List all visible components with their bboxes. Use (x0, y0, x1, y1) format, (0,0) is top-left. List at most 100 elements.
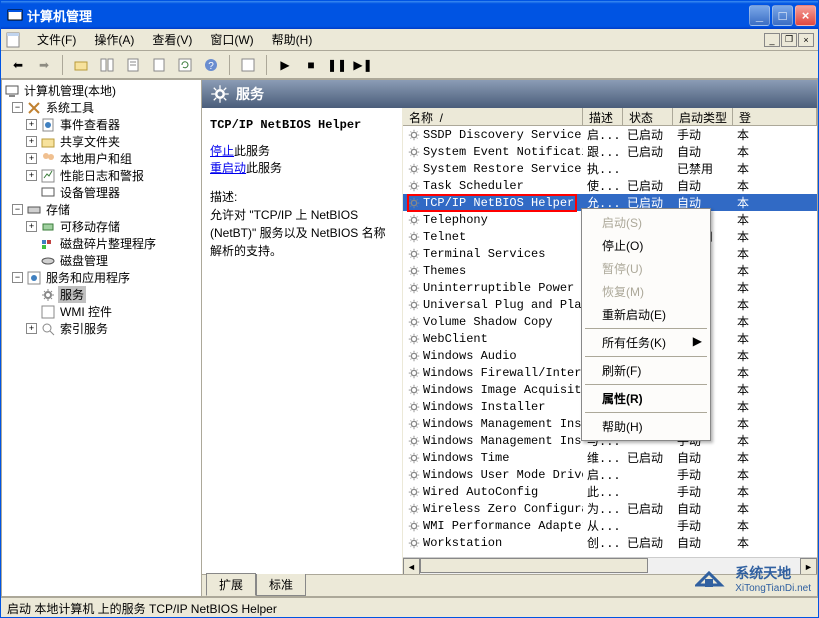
tab-extended[interactable]: 扩展 (206, 573, 256, 596)
service-row[interactable]: System Restore Service执...已禁用本 (403, 160, 817, 177)
menu-file[interactable]: 文件(F) (29, 29, 84, 50)
close-button[interactable]: × (795, 5, 816, 26)
tree-disk-mgmt[interactable]: 磁盘管理 (58, 252, 110, 269)
defrag-icon (40, 236, 56, 252)
maximize-button[interactable]: □ (772, 5, 793, 26)
menu-help[interactable]: 帮助(H) (264, 29, 321, 50)
ctx-all-tasks[interactable]: 所有任务(K)▶ (584, 331, 708, 354)
help-button[interactable]: ? (200, 54, 222, 76)
tree-removable[interactable]: 可移动存储 (58, 218, 122, 235)
service-row[interactable]: Workstation创...已启动自动本 (403, 534, 817, 551)
tree-toggle[interactable]: + (26, 119, 37, 130)
removable-icon (40, 219, 56, 235)
scroll-thumb[interactable] (420, 558, 648, 573)
window-title: 计算机管理 (27, 6, 749, 25)
show-hide-button[interactable] (96, 54, 118, 76)
desc-text: 允许对 "TCP/IP 上 NetBIOS (NetBT)" 服务以及 NetB… (210, 208, 386, 258)
statusbar: 启动 本地计算机 上的服务 TCP/IP NetBIOS Helper (1, 597, 818, 617)
detail-area: TCP/IP NetBIOS Helper 停止此服务 重启动此服务 描述:允许… (202, 108, 817, 574)
ctx-properties[interactable]: 属性(R) (584, 387, 708, 410)
service-row[interactable]: Windows Time维...已启动自动本 (403, 449, 817, 466)
tree-services-apps[interactable]: 服务和应用程序 (44, 269, 132, 286)
content-area: 计算机管理(本地) − 系统工具 + 事件查看器 + 共享文件夹 + 本地用户和组 + 性… (1, 79, 818, 597)
service-row[interactable]: System Event Notification跟...已启动自动本 (403, 143, 817, 160)
mdi-minimize-button[interactable]: _ (764, 33, 780, 47)
service-row[interactable]: Windows User Mode Driver...启...手动本 (403, 466, 817, 483)
back-button[interactable]: ⬅ (7, 54, 29, 76)
tab-standard[interactable]: 标准 (256, 574, 306, 596)
horizontal-scrollbar[interactable]: ◄ ► (403, 557, 817, 574)
service-row[interactable]: WMI Performance Adapter从...手动本 (403, 517, 817, 534)
menu-action[interactable]: 操作(A) (86, 29, 142, 50)
pause-button[interactable]: ❚❚ (326, 54, 348, 76)
col-startup[interactable]: 启动类型 (673, 108, 733, 125)
context-menu: 启动(S) 停止(O) 暂停(U) 恢复(M) 重新启动(E) 所有任务(K)▶… (581, 208, 711, 441)
titlebar[interactable]: 计算机管理 _ □ × (1, 1, 818, 29)
menu-view[interactable]: 查看(V) (144, 29, 200, 50)
col-logon[interactable]: 登 (733, 108, 817, 125)
service-row[interactable]: Wired AutoConfig此...手动本 (403, 483, 817, 500)
tree-storage[interactable]: 存储 (44, 201, 72, 218)
scroll-left-button[interactable]: ◄ (403, 558, 420, 574)
stop-button[interactable]: ■ (300, 54, 322, 76)
ctx-start: 启动(S) (584, 211, 708, 234)
users-icon (40, 151, 56, 167)
tree-toggle[interactable]: − (12, 272, 23, 283)
list-header: 名称 / 描述 状态 启动类型 登 (403, 108, 817, 126)
ctx-refresh[interactable]: 刷新(F) (584, 359, 708, 382)
gear-icon (40, 287, 56, 303)
restart-link[interactable]: 重启动 (210, 161, 246, 175)
svg-text:?: ? (208, 61, 214, 72)
tree-toggle[interactable]: − (12, 204, 23, 215)
stop-link[interactable]: 停止 (210, 144, 234, 158)
tree-toggle[interactable]: + (26, 153, 37, 164)
tree-device-mgr[interactable]: 设备管理器 (58, 184, 122, 201)
play-button[interactable]: ▶ (274, 54, 296, 76)
tree-toggle[interactable]: + (26, 323, 37, 334)
tree-toggle[interactable]: + (26, 136, 37, 147)
tree-toggle[interactable]: − (12, 102, 23, 113)
ctx-stop[interactable]: 停止(O) (584, 234, 708, 257)
forward-button[interactable]: ➡ (33, 54, 55, 76)
tree-sys-tools[interactable]: 系统工具 (44, 99, 96, 116)
restart-button[interactable]: ▶❚ (352, 54, 374, 76)
refresh-button[interactable] (174, 54, 196, 76)
tree-shared-folders[interactable]: 共享文件夹 (58, 133, 122, 150)
ctx-restart[interactable]: 重新启动(E) (584, 303, 708, 326)
tree-event-viewer[interactable]: 事件查看器 (58, 116, 122, 133)
mdi-restore-button[interactable]: ❐ (781, 33, 797, 47)
service-row[interactable]: Wireless Zero Configuration为...已启动自动本 (403, 500, 817, 517)
service-row[interactable]: Task Scheduler使...已启动自动本 (403, 177, 817, 194)
up-button[interactable] (70, 54, 92, 76)
desc-label: 描述: (210, 190, 237, 204)
ctx-resume: 恢复(M) (584, 280, 708, 303)
minimize-button[interactable]: _ (749, 5, 770, 26)
tree-defrag[interactable]: 磁盘碎片整理程序 (58, 235, 158, 252)
col-status[interactable]: 状态 (623, 108, 673, 125)
toolbar: ⬅ ➡ ? ▶ ■ ❚❚ ▶❚ (1, 51, 818, 79)
mdi-close-button[interactable]: × (798, 33, 814, 47)
perf-icon (40, 168, 56, 184)
views-button[interactable] (237, 54, 259, 76)
tree-toggle[interactable]: + (26, 221, 37, 232)
tree-services[interactable]: 服务 (58, 286, 86, 303)
tree-local-users[interactable]: 本地用户和组 (58, 150, 134, 167)
col-name[interactable]: 名称 / (403, 108, 583, 125)
menu-window[interactable]: 窗口(W) (202, 29, 261, 50)
tree-toggle[interactable]: + (26, 170, 37, 181)
tree-perf-logs[interactable]: 性能日志和警报 (58, 167, 146, 184)
tree-root[interactable]: 计算机管理(本地) (22, 82, 118, 99)
col-desc[interactable]: 描述 (583, 108, 623, 125)
services-header: 服务 (202, 80, 817, 108)
ctx-help[interactable]: 帮助(H) (584, 415, 708, 438)
service-row[interactable]: SSDP Discovery Service启...已启动手动本 (403, 126, 817, 143)
scroll-right-button[interactable]: ► (800, 558, 817, 574)
tree-pane[interactable]: 计算机管理(本地) − 系统工具 + 事件查看器 + 共享文件夹 + 本地用户和组 + 性… (2, 80, 202, 596)
export-button[interactable] (148, 54, 170, 76)
tree-wmi[interactable]: WMI 控件 (58, 303, 114, 320)
gear-icon (210, 84, 230, 104)
properties-button[interactable] (122, 54, 144, 76)
header-title: 服务 (236, 84, 264, 104)
folder-icon (40, 134, 56, 150)
tree-indexing[interactable]: 索引服务 (58, 320, 110, 337)
